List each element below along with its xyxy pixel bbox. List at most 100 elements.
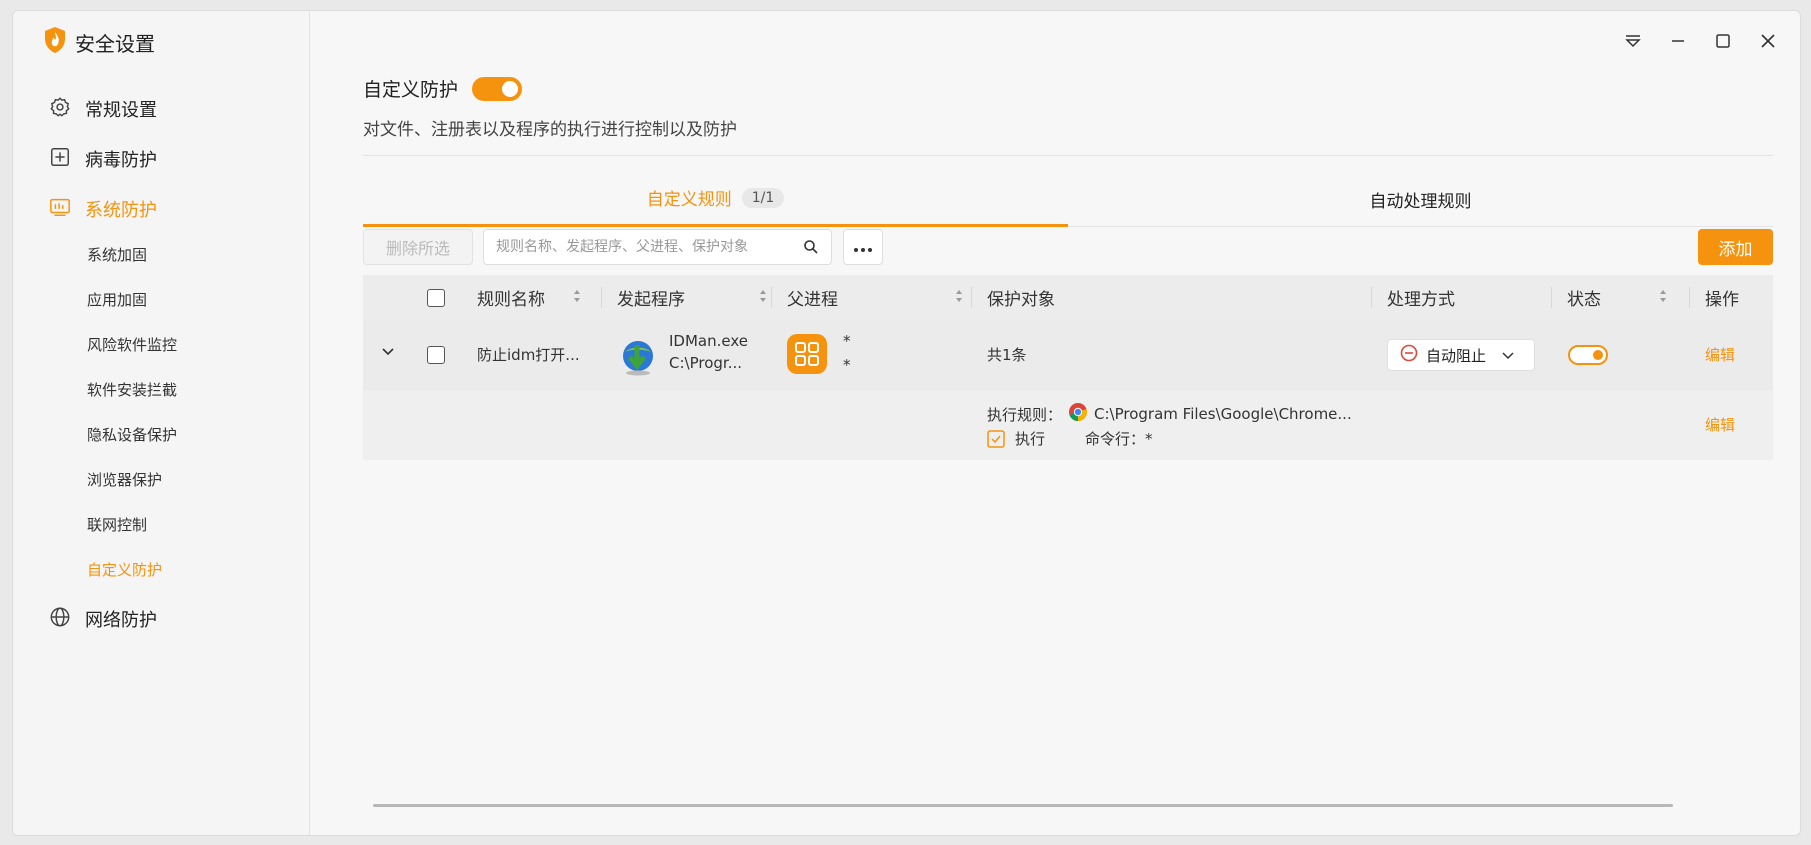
sidebar-item-virus[interactable]: 病毒防护 (49, 141, 157, 177)
sub-rule-row: 执行规则： C:\Program Files\Google\Chrome... (363, 390, 1773, 460)
more-dots-icon (853, 238, 873, 257)
sidebar-item-label: 系统防护 (85, 200, 157, 221)
sidebar-item-general[interactable]: 常规设置 (49, 91, 157, 127)
sort-icon (1659, 288, 1667, 308)
rule-name: 防止idm打开... (477, 346, 580, 364)
sub-item-system-hardening[interactable]: 系统加固 (87, 243, 147, 267)
col-protect-target: 保护对象 (987, 275, 1055, 320)
program-path: C:\Progr... (669, 354, 742, 372)
column-divider (1551, 287, 1552, 308)
delete-selected-button[interactable]: 删除所选 (363, 229, 473, 265)
status-toggle[interactable] (1568, 345, 1608, 365)
parent-process-info: * * (843, 332, 851, 374)
col-label: 操作 (1705, 290, 1739, 310)
sub-item-browser-protect[interactable]: 浏览器保护 (87, 468, 162, 492)
main-panel: 自定义防护 对文件、注册表以及程序的执行进行控制以及防护 自定义规则 1/1 自… (311, 11, 1800, 835)
gear-icon (49, 96, 71, 123)
col-parent-process[interactable]: 父进程 (787, 275, 973, 320)
block-circle-icon (1400, 344, 1418, 366)
col-label: 状态 (1567, 290, 1601, 310)
col-handling: 处理方式 (1387, 275, 1455, 320)
more-options-button[interactable] (843, 229, 883, 265)
cmd-label: 命令行：* (1085, 430, 1153, 448)
exec-flag: 执行 命令行：* (987, 428, 1153, 449)
column-divider (1371, 287, 1372, 308)
sidebar-item-label: 病毒防护 (85, 150, 157, 171)
sort-icon (955, 288, 963, 308)
app-window: 安全设置 常规设置 病毒防护 系统防护 系统加固 应用加固 风险软件监控 软件安… (12, 10, 1801, 836)
col-initiator[interactable]: 发起程序 (617, 275, 777, 320)
column-divider (1689, 287, 1690, 308)
apps-grid-icon (787, 334, 827, 374)
rule-label: 执行规则： (987, 405, 1063, 424)
sub-item-custom-protect[interactable]: 自定义防护 (87, 558, 162, 582)
tab-count-badge: 1/1 (741, 187, 785, 208)
col-label: 处理方式 (1387, 290, 1455, 310)
search-input[interactable] (484, 230, 784, 264)
col-label: 规则名称 (477, 290, 545, 310)
sort-icon (759, 288, 767, 308)
expand-chevron-icon[interactable] (381, 347, 395, 357)
toolbar: 删除所选 添加 (363, 229, 1773, 265)
col-label: 父进程 (787, 290, 838, 310)
program-name: IDMan.exe (669, 332, 748, 350)
column-divider (601, 287, 602, 308)
exec-checkbox[interactable] (987, 429, 1005, 448)
app-title: 安全设置 (43, 27, 155, 57)
tab-label: 自定义规则 (646, 190, 732, 210)
sub-item-install-block[interactable]: 软件安装拦截 (87, 378, 177, 402)
select-all-checkbox[interactable] (427, 288, 445, 307)
edit-link[interactable]: 编辑 (1705, 344, 1735, 365)
exec-rule-info: 执行规则： C:\Program Files\Google\Chrome... (987, 402, 1352, 426)
column-divider (971, 287, 972, 308)
flame-shield-icon (43, 26, 67, 58)
tab-custom-rules[interactable]: 自定义规则 1/1 (363, 171, 1068, 227)
row-checkbox[interactable] (427, 346, 445, 364)
handling-select[interactable]: 自动阻止 (1387, 339, 1535, 371)
sidebar-item-label: 常规设置 (85, 100, 157, 121)
col-label: 发起程序 (617, 290, 685, 310)
tab-bar: 自定义规则 1/1 自动处理规则 (363, 171, 1773, 227)
table-row[interactable]: 防止idm打开... IDMan.exe C:\Progr... * * 共1条… (363, 320, 1773, 390)
handling-value: 自动阻止 (1426, 346, 1487, 365)
actions-cell: 编辑 (1705, 344, 1735, 365)
sidebar-item-system[interactable]: 系统防护 (49, 191, 157, 227)
col-rule-name[interactable]: 规则名称 (477, 275, 591, 320)
sidebar-item-label: 网络防护 (85, 610, 157, 631)
tab-auto-rules[interactable]: 自动处理规则 (1068, 171, 1773, 227)
app-title-text: 安全设置 (75, 31, 155, 56)
globe-icon (49, 606, 71, 633)
parent-process-1: * (843, 332, 851, 350)
tab-label: 自动处理规则 (1369, 191, 1472, 212)
sub-edit-link[interactable]: 编辑 (1705, 414, 1735, 435)
sub-item-privacy-device[interactable]: 隐私设备保护 (87, 423, 177, 447)
exec-label: 执行 (1015, 430, 1046, 448)
custom-protect-toggle[interactable] (472, 76, 523, 101)
table-header: 规则名称 发起程序 父进程 保护对象 处理方式 状态 操作 (363, 275, 1773, 320)
col-actions: 操作 (1705, 275, 1739, 320)
sidebar-item-network[interactable]: 网络防护 (49, 601, 157, 637)
search-icon[interactable] (803, 239, 819, 259)
add-button[interactable]: 添加 (1698, 229, 1773, 265)
chevron-down-icon (1502, 346, 1514, 364)
sort-icon (573, 288, 581, 308)
page-description: 对文件、注册表以及程序的执行进行控制以及防护 (363, 120, 737, 140)
row-checkbox-cell (427, 346, 445, 364)
idm-app-icon (617, 336, 659, 378)
sub-item-network-control[interactable]: 联网控制 (87, 513, 147, 537)
chrome-icon (1068, 402, 1088, 426)
page-header: 自定义防护 (363, 75, 523, 102)
parent-process-2: * (843, 356, 851, 374)
column-divider (771, 287, 772, 308)
sub-item-app-hardening[interactable]: 应用加固 (87, 288, 147, 312)
col-status[interactable]: 状态 (1567, 275, 1677, 320)
col-label: 保护对象 (987, 290, 1055, 310)
divider (363, 155, 1773, 156)
horizontal-scrollbar[interactable] (373, 804, 1673, 807)
sub-item-risk-software[interactable]: 风险软件监控 (87, 333, 177, 357)
rule-path: C:\Program Files\Google\Chrome... (1094, 405, 1352, 423)
select-all-checkbox-cell (427, 275, 445, 320)
initiator-info: IDMan.exe C:\Progr... (669, 332, 748, 372)
sub-actions-cell: 编辑 (1705, 414, 1735, 435)
page-title: 自定义防护 (363, 79, 459, 101)
